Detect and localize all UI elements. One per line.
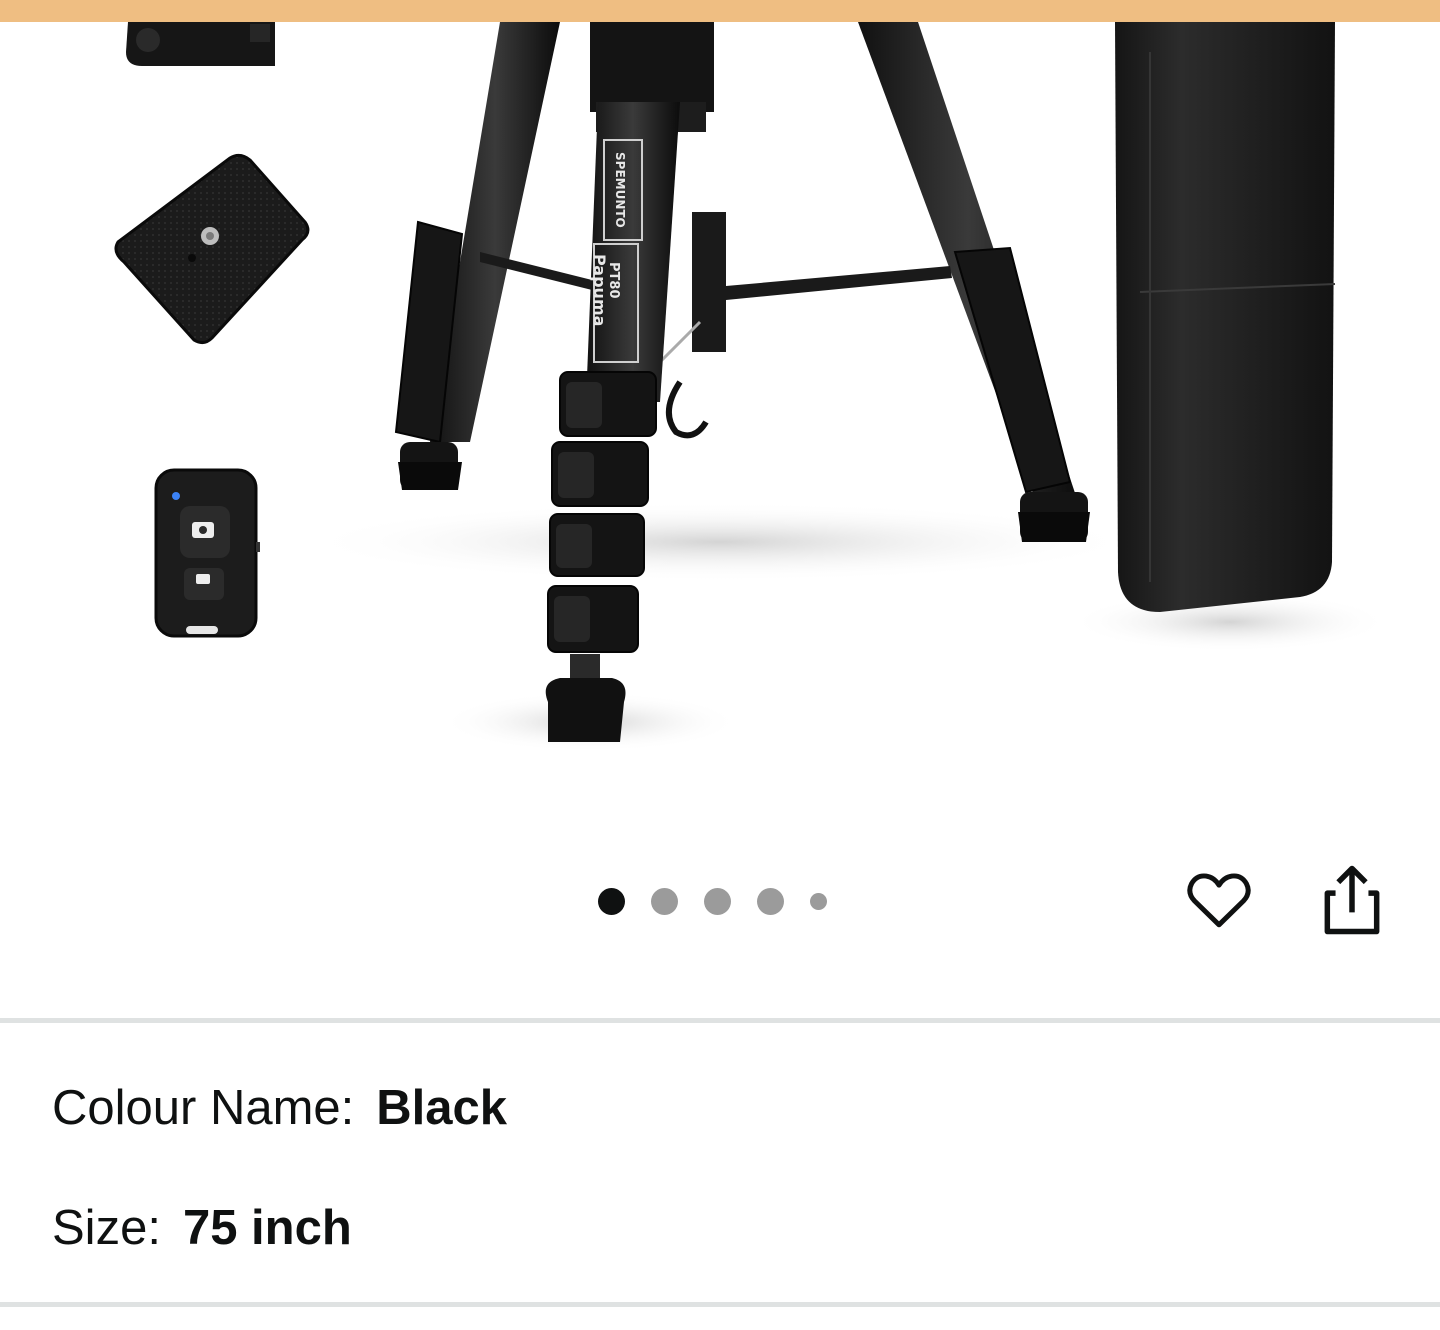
size-variation-row: Size: 75 inch (52, 1200, 352, 1256)
tripod-front-leg: SPEMUNTO PT80 Papuma (545, 102, 680, 742)
tripod-carry-bag (1115, 22, 1336, 612)
colour-label: Colour Name: (52, 1081, 355, 1135)
pagination-dot-1[interactable] (598, 887, 625, 915)
product-image-carousel[interactable]: SPEMUNTO PT80 Papuma (0, 22, 1440, 832)
pagination-dot-3[interactable] (704, 887, 731, 915)
section-divider-bottom (0, 1302, 1440, 1307)
colour-value: Black (376, 1081, 508, 1135)
share-button[interactable] (1312, 860, 1392, 940)
colour-variation-row: Colour Name: Black (52, 1080, 507, 1136)
product-page: SPEMUNTO PT80 Papuma Colour Name: Black … (0, 0, 1440, 1330)
pagination-dot-4[interactable] (757, 887, 784, 915)
tripod-brand-text: SPEMUNTO (613, 152, 627, 228)
section-divider-top (0, 1018, 1440, 1023)
size-label: Size: (52, 1201, 161, 1255)
pagination-dot-2[interactable] (651, 887, 678, 915)
tripod-left-leg (394, 22, 560, 490)
wishlist-button[interactable] (1180, 860, 1258, 940)
thumbnail-quick-release-plate[interactable] (114, 153, 310, 345)
heart-icon (1187, 873, 1251, 928)
thumbnail-bluetooth-remote[interactable] (154, 468, 260, 638)
header-accent-band (0, 0, 1440, 22)
thumbnail-phone-clip[interactable] (126, 22, 275, 66)
size-value: 75 inch (182, 1201, 352, 1255)
pagination-dot-5[interactable] (810, 892, 827, 910)
tripod-product-image: SPEMUNTO PT80 Papuma (114, 22, 1390, 752)
share-icon (1324, 865, 1380, 935)
tripod-series-text: Papuma (590, 254, 609, 326)
carousel-pagination[interactable] (598, 887, 827, 915)
